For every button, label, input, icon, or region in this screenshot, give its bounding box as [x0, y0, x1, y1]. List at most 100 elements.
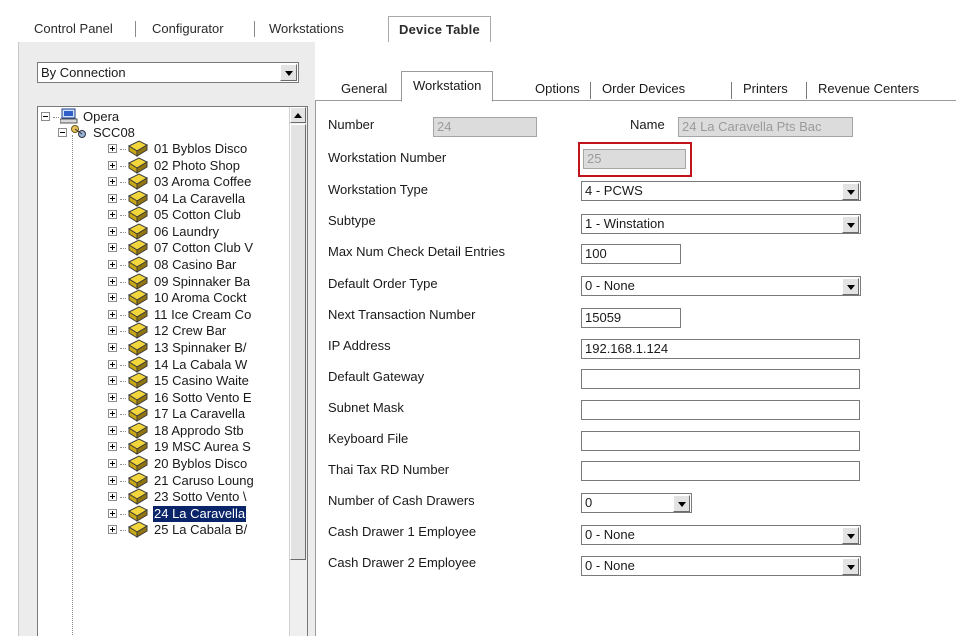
- workstation-icon: [127, 190, 149, 207]
- tab-general[interactable]: General: [335, 78, 393, 100]
- tree-item[interactable]: 18 Approdo Stb: [108, 422, 245, 439]
- tree-item[interactable]: 20 Byblos Disco: [108, 455, 248, 472]
- next-transaction-field[interactable]: 15059: [581, 308, 681, 328]
- expand-icon[interactable]: [108, 393, 117, 402]
- chevron-down-icon[interactable]: [673, 495, 690, 512]
- expand-icon[interactable]: [108, 177, 117, 186]
- thai-tax-field[interactable]: [581, 461, 860, 481]
- expand-icon[interactable]: [108, 260, 117, 269]
- tab-workstations[interactable]: Workstations: [263, 19, 350, 39]
- expand-icon[interactable]: [108, 227, 117, 236]
- device-tree[interactable]: Opera SCC08 01 Byblos Disco 02 Photo Shop…: [37, 106, 308, 636]
- chevron-down-icon[interactable]: [842, 527, 859, 544]
- expand-icon[interactable]: [108, 144, 117, 153]
- cash-drawers-select[interactable]: 0: [581, 493, 692, 513]
- tree-item[interactable]: 09 Spinnaker Ba: [108, 273, 251, 290]
- expand-icon[interactable]: [108, 243, 117, 252]
- expand-icon[interactable]: [108, 409, 117, 418]
- tree-item[interactable]: 15 Casino Waite: [108, 372, 250, 389]
- tab-control-panel[interactable]: Control Panel: [28, 19, 119, 39]
- tree-server-scc08[interactable]: SCC08: [58, 125, 136, 141]
- tab-configurator[interactable]: Configurator: [146, 19, 230, 39]
- cash-drawer2-value: 0 - None: [585, 558, 635, 573]
- expand-icon[interactable]: [108, 293, 117, 302]
- tree-branch: [120, 149, 126, 150]
- tab-printers[interactable]: Printers: [737, 78, 794, 100]
- workstation-type-select[interactable]: 4 - PCWS: [581, 181, 861, 201]
- collapse-icon[interactable]: [58, 128, 67, 137]
- collapse-icon[interactable]: [41, 112, 50, 121]
- connection-filter-select[interactable]: By Connection: [37, 62, 299, 83]
- tab-device-table[interactable]: Device Table: [388, 16, 491, 43]
- tree-branch: [120, 447, 126, 448]
- expand-icon[interactable]: [108, 426, 117, 435]
- expand-icon[interactable]: [108, 310, 117, 319]
- max-check-detail-field[interactable]: 100: [581, 244, 681, 264]
- chevron-down-icon[interactable]: [842, 183, 859, 200]
- expand-icon[interactable]: [108, 343, 117, 352]
- tree-branch: [120, 265, 126, 266]
- tree-item[interactable]: 07 Cotton Club V: [108, 239, 254, 256]
- keyboard-file-field[interactable]: [581, 431, 860, 451]
- tree-item[interactable]: 01 Byblos Disco: [108, 140, 248, 157]
- tree-item[interactable]: 16 Sotto Vento E: [108, 389, 253, 406]
- tree-item[interactable]: 04 La Caravella: [108, 190, 246, 207]
- subnet-mask-field[interactable]: [581, 400, 860, 420]
- expand-icon[interactable]: [108, 442, 117, 451]
- tree-item[interactable]: 19 MSC Aurea S: [108, 438, 252, 455]
- tree-item[interactable]: 17 La Caravella: [108, 405, 246, 422]
- tree-item-label: 13 Spinnaker B/: [154, 340, 247, 355]
- cash-drawer2-select[interactable]: 0 - None: [581, 556, 861, 576]
- workstation-icon: [127, 322, 149, 339]
- chevron-down-icon[interactable]: [280, 64, 297, 81]
- tab-options[interactable]: Options: [529, 78, 586, 100]
- expand-icon[interactable]: [108, 476, 117, 485]
- expand-icon[interactable]: [108, 277, 117, 286]
- tab-order-devices[interactable]: Order Devices: [596, 78, 691, 100]
- tree-item[interactable]: 21 Caruso Loung: [108, 472, 255, 489]
- default-order-type-select[interactable]: 0 - None: [581, 276, 861, 296]
- tree-item[interactable]: 02 Photo Shop: [108, 157, 241, 174]
- scroll-up-icon[interactable]: [290, 107, 306, 123]
- default-gateway-field[interactable]: [581, 369, 860, 389]
- subtype-select[interactable]: 1 - Winstation: [581, 214, 861, 234]
- cash-drawer1-select[interactable]: 0 - None: [581, 525, 861, 545]
- expand-icon[interactable]: [108, 509, 117, 518]
- tree-item[interactable]: 03 Aroma Coffee: [108, 173, 252, 190]
- tree-item[interactable]: 10 Aroma Cockt: [108, 289, 248, 306]
- tree-item[interactable]: 05 Cotton Club: [108, 206, 242, 223]
- tree-item[interactable]: 25 La Cabala B/: [108, 521, 248, 538]
- tab-revenue-centers[interactable]: Revenue Centers: [812, 78, 925, 100]
- tree-scrollbar[interactable]: [289, 107, 307, 636]
- tree-item[interactable]: 14 La Cabala W: [108, 356, 248, 373]
- scroll-thumb[interactable]: [290, 124, 306, 560]
- ip-address-field[interactable]: 192.168.1.124: [581, 339, 860, 359]
- expand-icon[interactable]: [108, 161, 117, 170]
- expand-icon[interactable]: [108, 459, 117, 468]
- expand-icon[interactable]: [108, 525, 117, 534]
- chevron-down-icon[interactable]: [842, 558, 859, 575]
- tree-root-opera[interactable]: Opera: [41, 108, 120, 125]
- panel-border: [315, 100, 316, 636]
- expand-icon[interactable]: [108, 194, 117, 203]
- expand-icon[interactable]: [108, 210, 117, 219]
- expand-icon[interactable]: [108, 326, 117, 335]
- tree-item[interactable]: 11 Ice Cream Co: [108, 306, 252, 323]
- tree-item[interactable]: 24 La Caravella: [108, 505, 247, 522]
- tree-item[interactable]: 08 Casino Bar: [108, 256, 237, 273]
- computer-icon: [60, 108, 78, 124]
- number-label: Number: [328, 117, 375, 132]
- tree-item[interactable]: 13 Spinnaker B/: [108, 339, 248, 356]
- chevron-down-icon[interactable]: [842, 216, 859, 233]
- expand-icon[interactable]: [108, 376, 117, 385]
- tab-workstation[interactable]: Workstation: [401, 71, 494, 102]
- tree-item[interactable]: 06 Laundry: [108, 223, 220, 240]
- expand-icon[interactable]: [108, 492, 117, 501]
- chevron-down-icon[interactable]: [842, 278, 859, 295]
- tree-branch: [120, 199, 126, 200]
- tree-item[interactable]: 23 Sotto Vento \: [108, 488, 248, 505]
- tree-item[interactable]: 12 Crew Bar: [108, 322, 227, 339]
- workstation-icon: [127, 422, 149, 439]
- expand-icon[interactable]: [108, 360, 117, 369]
- tree-item-label: 12 Crew Bar: [154, 323, 227, 338]
